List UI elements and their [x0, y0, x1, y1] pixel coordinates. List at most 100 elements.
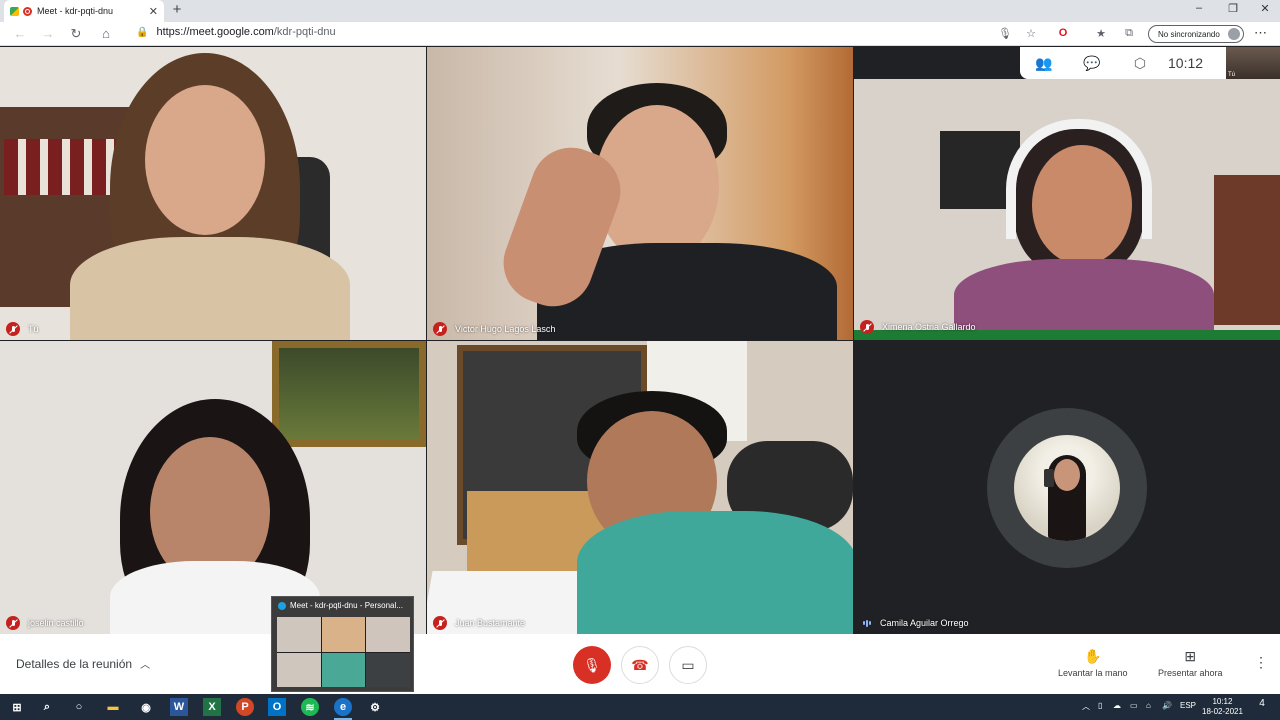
activities-icon[interactable]: ⬡ [1116, 55, 1164, 72]
raise-hand-label: Levantar la mano [1058, 668, 1128, 678]
avatar-ring [987, 408, 1147, 568]
meet-top-panel: 👥 💬 ⬡ 10:12 [1020, 47, 1226, 79]
profile-avatar [1228, 28, 1240, 40]
mic-toggle-button[interactable]: 🎙 [573, 646, 611, 684]
notification-count: 4 [1259, 698, 1265, 709]
recording-icon [23, 6, 32, 16]
search-icon[interactable]: ⌕ [38, 698, 56, 716]
participant-tile: Tú [0, 47, 426, 340]
hang-up-icon: ☎ [631, 656, 649, 673]
participant-tile: joselin castillo [0, 341, 426, 634]
word-icon[interactable]: W [170, 698, 188, 716]
opera-extension-icon[interactable]: O [1056, 27, 1070, 39]
clock[interactable]: 10:12 18-02-2021 [1202, 697, 1243, 717]
participant-name: Tú [28, 324, 39, 334]
url-host: https://meet.google.com [156, 26, 274, 38]
participant-name: Victor Hugo Lagos Lasch [455, 324, 556, 334]
preview-image [277, 617, 410, 687]
url-path: /kdr-pqti-dnu [273, 26, 336, 38]
meeting-details-button[interactable]: Detalles de la reunión ︿ [16, 656, 151, 672]
new-tab-button[interactable]: + [168, 1, 186, 18]
tab-title: Meet - kdr-pqti-dnu [37, 6, 114, 16]
face [1032, 145, 1132, 265]
raise-hand-button[interactable]: ✋ Levantar la mano [1058, 648, 1128, 678]
shirt [577, 511, 853, 634]
microphone-icon[interactable]: 🎙 [998, 27, 1012, 40]
show-hidden-icons-icon[interactable]: ︿ [1082, 701, 1090, 712]
outlook-icon[interactable]: O [268, 698, 286, 716]
cabinet [1214, 175, 1280, 325]
forward-icon[interactable]: → [40, 26, 56, 41]
app-icon[interactable]: ⚙ [366, 698, 384, 716]
screen: Meet - kdr-pqti-dnu ✕ + – ❐ ✕ ← → ↻ ⌂ 🔒 … [0, 0, 1280, 720]
file-explorer-icon[interactable]: ▬ [104, 698, 122, 716]
preview-title-text: Meet - kdr-pqti-dnu - Personal... [290, 601, 403, 610]
taskbar-window-preview[interactable]: Meet - kdr-pqti-dnu - Personal... [271, 596, 414, 692]
participant-name-bar: Ximena Ostria Gallardo [860, 320, 976, 334]
start-icon[interactable]: ⊞ [8, 698, 26, 716]
battery-icon[interactable]: ▭ [1130, 701, 1138, 710]
participant-name-bar: Camila Aguilar Orrego [860, 616, 969, 630]
participant-tile: Victor Hugo Lagos Lasch [427, 47, 853, 340]
reload-icon[interactable]: ↻ [68, 26, 84, 42]
browser-tab[interactable]: Meet - kdr-pqti-dnu ✕ [4, 0, 164, 22]
excel-icon[interactable]: X [203, 698, 221, 716]
url-field[interactable]: 🔒 https://meet.google.com /kdr-pqti-dnu [136, 26, 336, 38]
participant-name-bar: joselin castillo [6, 616, 84, 630]
camera-toggle-button[interactable]: ▭ [669, 646, 707, 684]
windows-taskbar: ⊞ ⌕ ○ ▬ ◉ W X P O ≋ e ⚙ ︿ ▯ ☁ ▭ ⌂ 🔊 ESP … [0, 694, 1280, 720]
minimize-icon[interactable]: – [1184, 2, 1214, 14]
back-icon[interactable]: ← [12, 26, 28, 41]
chat-icon[interactable]: 💬 [1068, 55, 1116, 72]
people-icon[interactable]: 👥 [1020, 55, 1068, 72]
browser-tabstrip: Meet - kdr-pqti-dnu ✕ + – ❐ ✕ [0, 0, 1280, 22]
add-favorite-icon[interactable]: ☆ [1024, 27, 1038, 40]
present-icon: ⊞ [1184, 648, 1197, 664]
self-view-thumbnail[interactable]: Tú [1226, 47, 1280, 79]
mic-off-icon [860, 320, 874, 334]
close-window-icon[interactable]: ✕ [1250, 2, 1280, 15]
avatar [1014, 435, 1120, 541]
home-icon[interactable]: ⌂ [98, 26, 114, 41]
language-indicator[interactable]: ESP [1180, 701, 1196, 710]
lock-icon: 🔒 [136, 26, 149, 38]
sync-status-button[interactable]: No sincronizando [1148, 25, 1244, 43]
browser-menu-icon[interactable]: ⋯ [1254, 25, 1267, 41]
close-tab-icon[interactable]: ✕ [149, 5, 158, 18]
meet-bottom-bar: Detalles de la reunión ︿ 🎙 ☎ ▭ ✋ Levanta… [0, 634, 1280, 694]
shirt [70, 237, 350, 340]
spotify-icon[interactable]: ≋ [301, 698, 319, 716]
address-bar: ← → ↻ ⌂ 🔒 https://meet.google.com /kdr-p… [0, 22, 1280, 46]
more-options-icon[interactable]: ⋮ [1254, 654, 1268, 671]
present-now-button[interactable]: ⊞ Presentar ahora [1158, 648, 1223, 678]
camera-icon: ▭ [681, 656, 695, 673]
participant-name: Ximena Ostria Gallardo [882, 322, 976, 332]
restore-icon[interactable]: ❐ [1218, 2, 1248, 15]
device-icon[interactable]: ▯ [1098, 701, 1102, 710]
meet-favicon-icon [10, 6, 19, 16]
task-view-icon[interactable]: ○ [70, 698, 88, 716]
volume-icon[interactable]: 🔊 [1162, 701, 1172, 710]
leave-call-button[interactable]: ☎ [621, 646, 659, 684]
participant-name-bar: Juan Bustamante [433, 616, 525, 630]
cloud-icon[interactable]: ☁ [1113, 701, 1121, 710]
participant-name: Camila Aguilar Orrego [880, 618, 969, 628]
mic-off-icon [433, 322, 447, 336]
chrome-icon[interactable]: ◉ [137, 698, 155, 716]
chevron-up-icon: ︿ [140, 660, 151, 671]
collections-icon[interactable]: ⧉ [1122, 27, 1136, 40]
edge-taskbar-icon[interactable]: e [334, 698, 352, 720]
meeting-details-label: Detalles de la reunión [16, 656, 133, 671]
mic-off-icon [433, 616, 447, 630]
notifications-icon[interactable]: 4 [1254, 698, 1270, 714]
participant-name-bar: Victor Hugo Lagos Lasch [433, 322, 555, 336]
mic-off-icon [6, 322, 20, 336]
favorites-icon[interactable]: ★ [1094, 27, 1108, 40]
network-icon[interactable]: ⌂ [1146, 701, 1151, 710]
participant-tile: Camila Aguilar Orrego [854, 341, 1280, 634]
preview-title: Meet - kdr-pqti-dnu - Personal... [278, 601, 403, 610]
participant-tile: Ximena Ostria Gallardo [854, 79, 1280, 340]
powerpoint-icon[interactable]: P [236, 698, 254, 716]
participant-tile: Juan Bustamante [427, 341, 853, 634]
taskbar-time: 10:12 [1212, 697, 1233, 706]
